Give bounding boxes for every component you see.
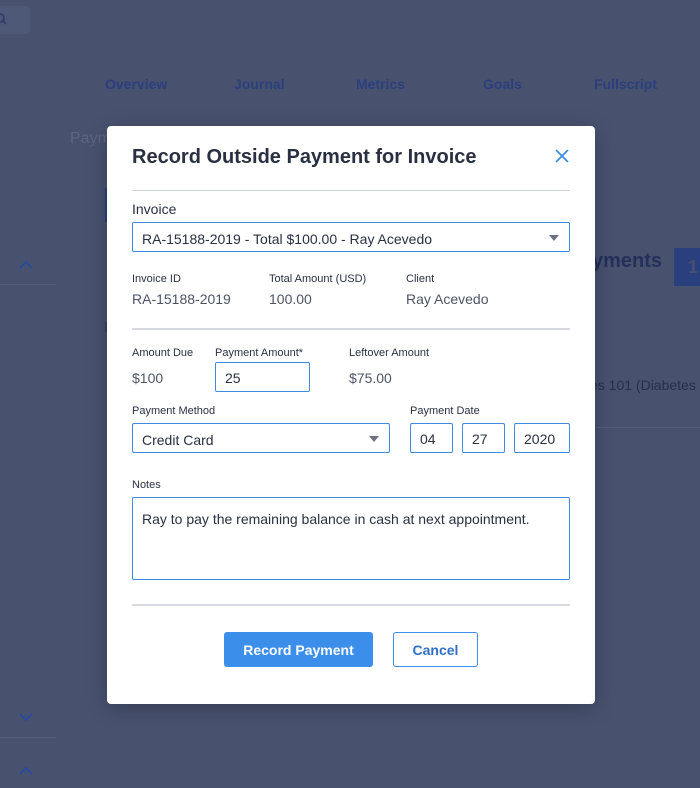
nav-fullscript[interactable]: Fullscript <box>594 76 657 92</box>
leftover-amount-value: $75.00 <box>349 370 392 386</box>
close-icon[interactable] <box>553 147 571 165</box>
client-value: Ray Acevedo <box>406 291 489 307</box>
invoice-id-value: RA-15188-2019 <box>132 291 231 307</box>
nav-journal[interactable]: Journal <box>234 76 285 92</box>
details-divider <box>132 328 570 330</box>
payment-date-month-input[interactable]: 04 <box>410 423 453 453</box>
leftover-amount-label: Leftover Amount <box>349 347 430 359</box>
search-box[interactable] <box>0 6 30 34</box>
chevron-down-icon[interactable] <box>18 712 34 722</box>
chevron-up-icon[interactable] <box>18 260 34 270</box>
amount-due-value: $100 <box>132 370 164 386</box>
payment-method-label: Payment Method <box>132 405 216 417</box>
invoice-id-label: Invoice ID <box>132 273 181 285</box>
dropdown-caret-icon <box>549 235 559 241</box>
background-row-text: es 101 (Diabetes <box>590 377 696 393</box>
record-payment-modal: Record Outside Payment for Invoice Invoi… <box>107 126 595 704</box>
payment-date-year-input[interactable]: 2020 <box>514 423 570 453</box>
dropdown-caret-icon <box>369 436 379 442</box>
record-payment-button[interactable]: Record Payment <box>224 632 373 667</box>
search-icon <box>0 13 7 25</box>
payment-amount-input[interactable]: 25 <box>215 362 310 392</box>
payment-date-day-input[interactable]: 27 <box>462 423 505 453</box>
amount-due-label: Amount Due <box>132 347 194 359</box>
top-nav: Overview Journal Metrics Goals Fullscrip… <box>0 76 700 96</box>
modal-title: Record Outside Payment for Invoice <box>132 146 477 168</box>
background-section-title: Paym <box>70 130 111 147</box>
notes-label: Notes <box>132 479 161 491</box>
payment-date-label: Payment Date <box>410 405 480 417</box>
total-amount-value: 100.00 <box>269 291 312 307</box>
nav-overview[interactable]: Overview <box>105 76 167 92</box>
background-divider <box>596 427 700 428</box>
invoice-label: Invoice <box>132 201 177 217</box>
total-amount-label: Total Amount (USD) <box>269 273 367 285</box>
invoice-select[interactable]: RA-15188-2019 - Total $100.00 - Ray Acev… <box>132 222 570 252</box>
background-payments-title: yments <box>592 250 663 272</box>
background-count-badge: 1 <box>674 248 700 286</box>
background-divider <box>0 284 56 285</box>
nav-goals[interactable]: Goals <box>483 76 522 92</box>
payment-amount-label: Payment Amount* <box>215 347 304 359</box>
invoice-select-value: RA-15188-2019 - Total $100.00 - Ray Acev… <box>142 231 433 247</box>
cancel-button[interactable]: Cancel <box>393 632 478 667</box>
payment-method-select[interactable]: Credit Card <box>132 423 390 453</box>
notes-textarea[interactable]: Ray to pay the remaining balance in cash… <box>132 497 570 580</box>
chevron-up-icon[interactable] <box>18 766 34 776</box>
client-label: Client <box>406 273 435 285</box>
footer-divider <box>132 604 570 606</box>
header-divider <box>132 190 570 191</box>
nav-metrics[interactable]: Metrics <box>356 76 405 92</box>
payment-method-value: Credit Card <box>142 432 214 448</box>
background-divider <box>0 737 56 738</box>
